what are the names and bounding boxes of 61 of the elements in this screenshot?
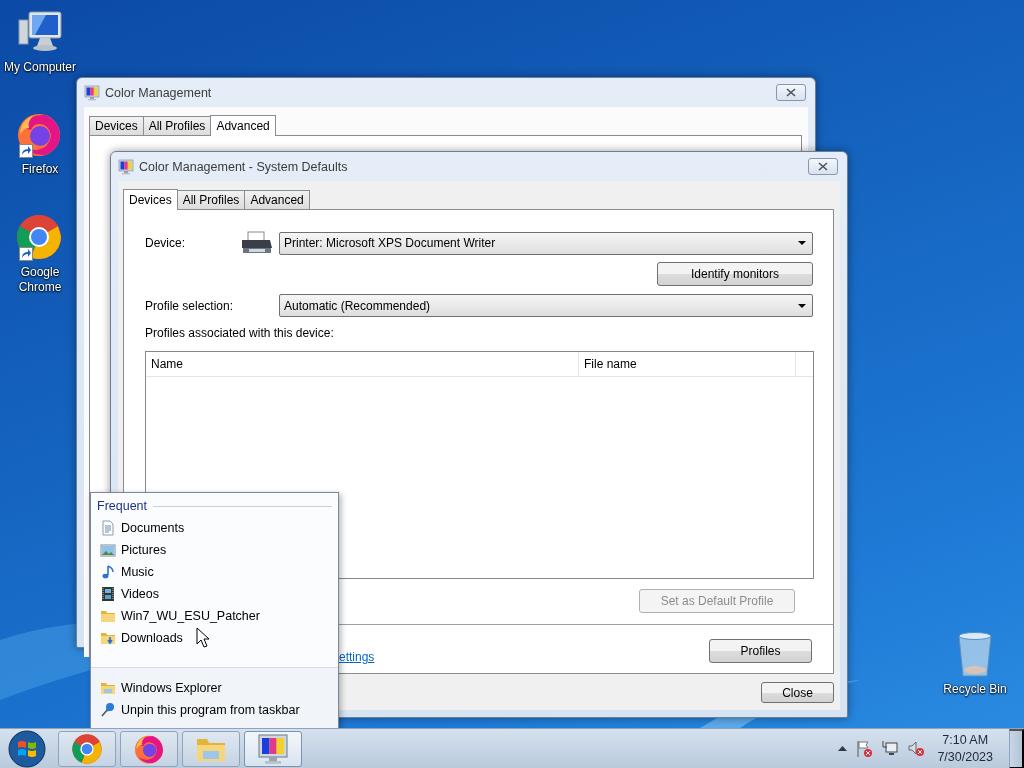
music-note-icon [100, 564, 116, 580]
taskbar-button[interactable] [120, 730, 178, 767]
folder-icon [100, 608, 116, 624]
printer-icon [240, 230, 274, 256]
start-button[interactable] [6, 729, 48, 768]
tab[interactable]: Advanced [244, 190, 310, 209]
field-label: Profile selection: [145, 298, 235, 313]
document-icon [100, 520, 116, 536]
field-label: Device: [145, 236, 186, 250]
close-button[interactable] [808, 158, 838, 175]
menu-item[interactable]: Win7_WU_ESU_Patcher [96, 605, 334, 627]
monitor-icon [118, 158, 134, 175]
close-button[interactable] [776, 84, 806, 101]
download-folder-icon [100, 630, 116, 646]
menu-item[interactable]: Videos [96, 583, 334, 605]
tab[interactable]: All Profiles [142, 116, 212, 135]
section-header: Frequent [97, 499, 148, 513]
menu-item[interactable]: Downloads [96, 627, 334, 649]
section-label: Profiles associated with this device: [145, 326, 335, 340]
window-title: Color Management [105, 85, 213, 100]
taskbar-button[interactable] [244, 730, 302, 767]
close-icon [818, 162, 828, 171]
tab[interactable]: All Profiles [176, 190, 246, 209]
network-icon[interactable] [881, 739, 900, 758]
picture-icon [100, 542, 116, 558]
column-header[interactable]: Name [146, 352, 579, 376]
dropdown[interactable]: Printer: Microsoft XPS Document Writer [279, 231, 813, 255]
pin-icon [100, 702, 116, 718]
taskbar-button[interactable] [58, 730, 116, 767]
monitor-icon [257, 732, 289, 765]
show-desktop-button[interactable] [1009, 728, 1024, 768]
tab[interactable]: Devices [89, 116, 144, 135]
pointer-icon [196, 627, 210, 648]
window-title: Color Management - System Defaults [139, 159, 349, 174]
up-arrow-icon[interactable] [838, 746, 848, 751]
close-icon [786, 88, 796, 97]
tab[interactable]: Devices [123, 189, 178, 210]
profiles-button[interactable]: Profiles [709, 639, 812, 663]
settings-link[interactable]: ettings [339, 650, 375, 664]
flag-icon[interactable] [855, 739, 874, 758]
caret-icon [798, 303, 806, 308]
film-icon [100, 586, 116, 602]
dropdown[interactable]: Automatic (Recommended) [279, 294, 813, 317]
desktop-icon-label[interactable]: Google Chrome [0, 265, 80, 295]
menu-item[interactable]: Windows Explorer [96, 677, 334, 699]
folder-icon [100, 680, 116, 696]
close-button[interactable]: Close [761, 682, 834, 703]
identify-monitors-button[interactable]: Identify monitors [657, 262, 813, 286]
muted-speaker-icon[interactable] [907, 739, 926, 758]
desktop-icon-label[interactable]: Recycle Bin [943, 682, 1007, 697]
clock-date[interactable]: 7/30/2023 [937, 748, 993, 766]
desktop-icon-label[interactable]: Firefox [21, 162, 59, 177]
column-header[interactable]: File name [579, 352, 796, 376]
tab[interactable]: Advanced [210, 115, 276, 136]
clock-time[interactable]: 7:10 AM [942, 731, 989, 749]
monitor-icon [84, 84, 100, 101]
chrome-icon [71, 732, 103, 765]
windows-logo-icon [8, 729, 46, 768]
menu-item[interactable]: Unpin this program from taskbar [96, 699, 334, 721]
caret-icon [798, 241, 806, 245]
desktop-icon-label[interactable]: My Computer [4, 60, 76, 75]
